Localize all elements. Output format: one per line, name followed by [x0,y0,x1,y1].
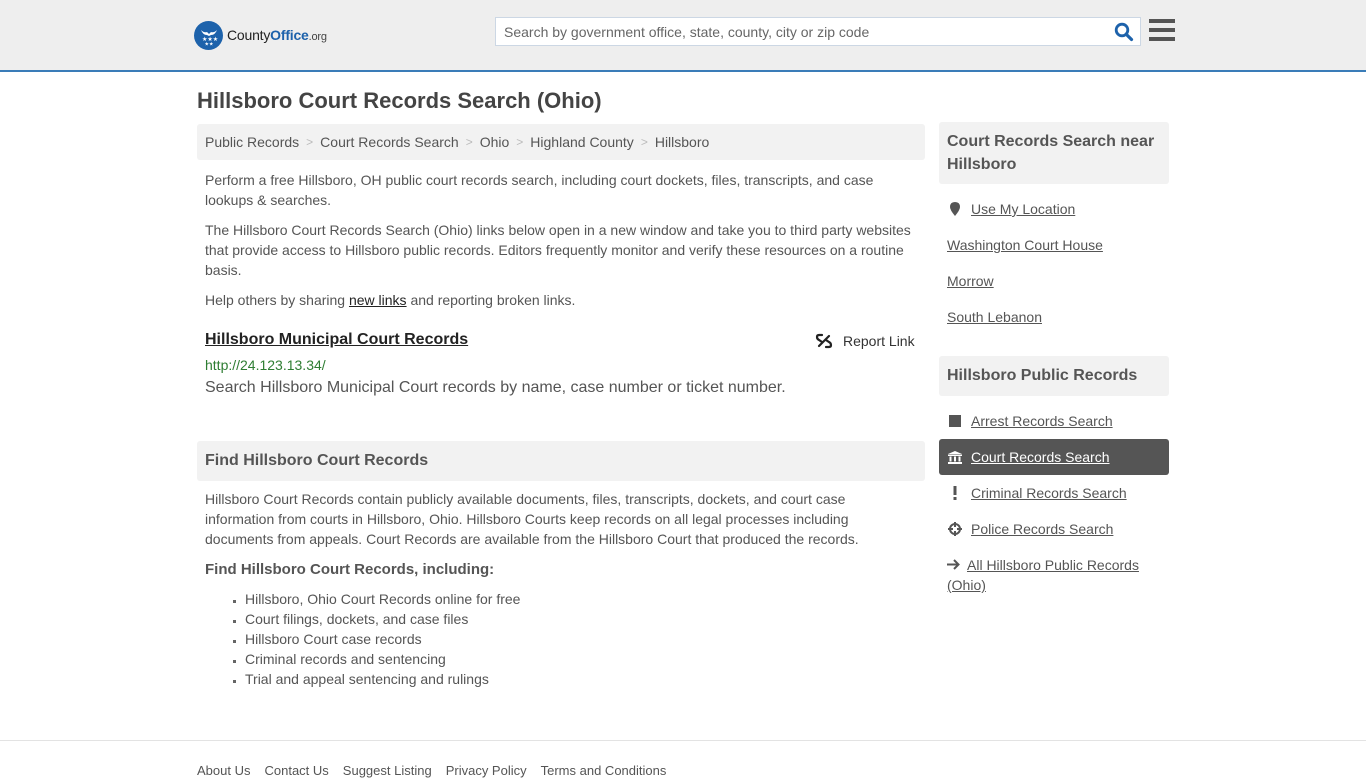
search-input[interactable] [496,18,1106,45]
intro-paragraph-2: The Hillsboro Court Records Search (Ohio… [205,222,911,278]
courthouse-icon [947,450,963,464]
crosshair-icon [947,522,963,536]
logo-text-county: County [227,27,271,43]
map-marker-icon [947,201,963,217]
sidebar-item-label[interactable]: Arrest Records Search [971,413,1113,429]
hamburger-bar [1149,37,1175,41]
intro-paragraph-3: Help others by sharing new links and rep… [205,290,917,310]
svg-text:★★: ★★ [204,42,213,47]
new-links-link[interactable]: new links [349,292,407,308]
site-footer: About Us Contact Us Suggest Listing Priv… [0,740,1366,778]
report-link-label: Report Link [843,333,915,349]
breadcrumb: Public Records > Court Records Search > … [197,124,925,160]
logo-text-tld: .org [308,31,327,43]
page-title: Hillsboro Court Records Search (Ohio) [197,88,602,113]
breadcrumb-separator: > [640,135,648,149]
site-header: ★★★ ★★ CountyOffice.org [0,0,1366,72]
footer-link-contact-us[interactable]: Contact Us [264,763,328,778]
footer-link-privacy-policy[interactable]: Privacy Policy [446,763,527,778]
public-records-heading: Hillsboro Public Records [939,356,1169,396]
nearby-link-morrow[interactable]: Morrow [947,273,994,289]
breadcrumb-public-records[interactable]: Public Records [205,134,299,150]
breadcrumb-hillsboro[interactable]: Hillsboro [655,134,709,150]
list-item: Criminal records and sentencing [245,649,520,669]
list-item: Trial and appeal sentencing and rulings [245,669,520,689]
sidebar-item-arrest-records[interactable]: Arrest Records Search [939,403,1169,439]
sidebar-item-court-records[interactable]: Court Records Search [939,439,1169,475]
broken-link-icon [815,333,833,349]
use-my-location-label: Use My Location [971,201,1076,217]
sidebar-item-criminal-records[interactable]: Criminal Records Search [939,475,1169,511]
search-button[interactable] [1114,22,1134,42]
intro-help-text: Help others by sharing [205,292,349,308]
breadcrumb-separator: > [306,135,314,149]
use-my-location-link[interactable]: Use My Location [947,201,1075,217]
list-item: Hillsboro Court case records [245,629,520,649]
exclamation-icon [947,486,963,500]
breadcrumb-separator: > [516,135,524,149]
sidebar-item-label[interactable]: Court Records Search [971,449,1110,465]
square-icon [947,415,963,427]
sidebar-item-all-public-records[interactable]: All Hillsboro Public Records (Ohio) [939,550,1169,596]
hamburger-menu-button[interactable] [1149,19,1175,42]
nearby-heading: Court Records Search near Hillsboro [939,122,1169,184]
result-url: http://24.123.13.34/ [205,357,326,373]
footer-link-terms[interactable]: Terms and Conditions [541,763,667,778]
footer-links: About Us Contact Us Suggest Listing Priv… [197,763,666,778]
intro-paragraph-1: Perform a free Hillsboro, OH public cour… [205,172,874,208]
list-item: Court filings, dockets, and case files [245,609,520,629]
nearby-link-washington-court-house[interactable]: Washington Court House [947,237,1103,253]
breadcrumb-separator: > [465,135,473,149]
hamburger-bar [1149,28,1175,32]
sidebar-item-label[interactable]: Police Records Search [971,521,1113,537]
hamburger-bar [1149,19,1175,23]
footer-link-about-us[interactable]: About Us [197,763,250,778]
footer-link-suggest-listing[interactable]: Suggest Listing [343,763,432,778]
find-records-subheading: Find Hillsboro Court Records, including: [205,561,495,578]
site-logo[interactable]: ★★★ ★★ CountyOffice.org [194,20,327,50]
breadcrumb-court-records-search[interactable]: Court Records Search [320,134,459,150]
intro-help-text-end: and reporting broken links. [406,292,576,308]
sidebar-item-label[interactable]: All Hillsboro Public Records (Ohio) [947,557,1139,593]
list-item: Hillsboro, Ohio Court Records online for… [245,589,520,609]
find-records-list: Hillsboro, Ohio Court Records online for… [245,589,520,689]
report-link-button[interactable]: Report Link [815,332,915,350]
search-icon [1114,22,1134,42]
breadcrumb-ohio[interactable]: Ohio [480,134,510,150]
logo-text-office: Office [270,27,309,43]
search-bar [495,17,1141,46]
result-title-link[interactable]: Hillsboro Municipal Court Records [205,331,468,349]
breadcrumb-highland-county[interactable]: Highland County [530,134,634,150]
nearby-link-south-lebanon[interactable]: South Lebanon [947,309,1042,325]
eagle-stars-logo-icon: ★★★ ★★ [194,20,223,50]
find-records-heading: Find Hillsboro Court Records [197,441,925,481]
result-description: Search Hillsboro Municipal Court records… [205,379,786,396]
sidebar-item-label[interactable]: Criminal Records Search [971,485,1127,501]
find-records-body: Hillsboro Court Records contain publicly… [205,491,859,547]
sidebar-item-police-records[interactable]: Police Records Search [939,511,1169,547]
arrow-right-icon [947,555,963,575]
